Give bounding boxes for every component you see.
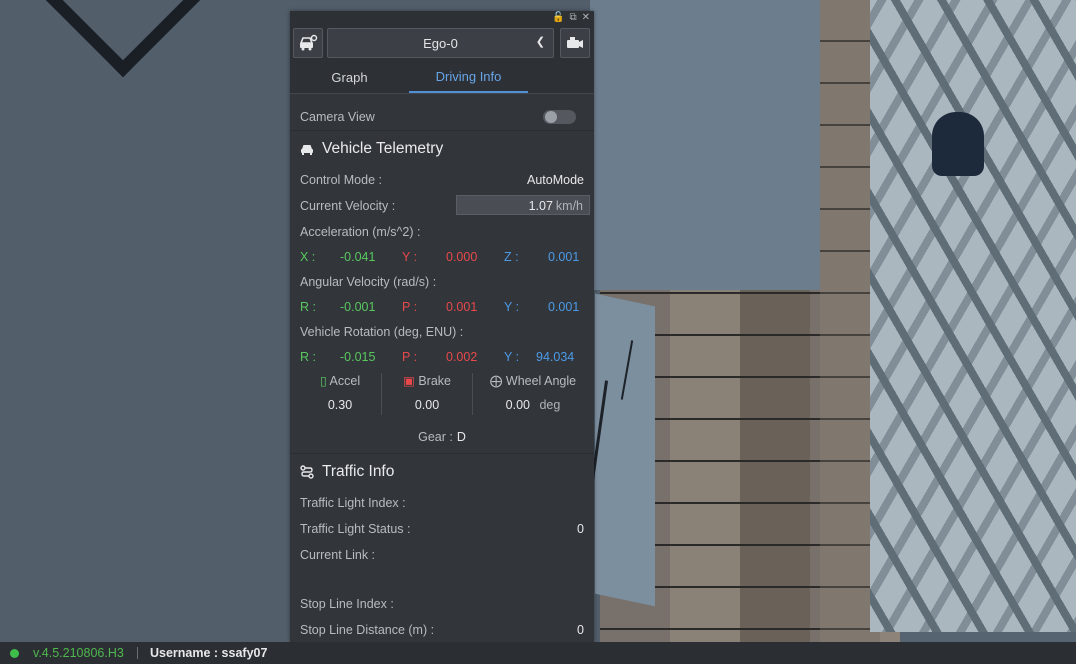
accel-x-value: -0.041 [340, 250, 376, 264]
current-link-row: Current Link : [290, 542, 594, 591]
rotation-y-label: Y : [504, 350, 520, 364]
route-icon [300, 465, 314, 479]
vehicle-rotation-values: R : -0.015 P : 0.002 Y : 94.034 [290, 345, 594, 369]
gear-label: Gear : [418, 430, 453, 444]
vehicle-toolbar: Ego-0 ❮ [290, 25, 594, 63]
vehicle-select[interactable]: Ego-0 ❮ [327, 28, 554, 58]
accel-pedal-column: ▯ Accel 0.30 [300, 369, 380, 419]
accel-pedal-label: Accel [329, 374, 361, 388]
angvel-r-value: -0.001 [340, 300, 376, 314]
brake-icon: ▣ [403, 374, 415, 388]
acceleration-values: X : -0.041 Y : 0.000 Z : 0.001 [290, 245, 594, 269]
angvel-p-label: P : [402, 300, 418, 314]
camera-button[interactable] [560, 28, 590, 58]
camera-view-row: Camera View [290, 104, 594, 130]
current-velocity-field: 1.07 km/h [456, 195, 590, 215]
viewport-pedestrian-object [932, 112, 984, 176]
wheel-angle-label: Wheel Angle [505, 374, 577, 388]
vehicle-telemetry-title: Vehicle Telemetry [322, 140, 444, 157]
accel-pedal-value: 0.30 [327, 398, 353, 412]
angvel-y-label: Y : [504, 300, 520, 314]
username-label: Username : ssafy07 [150, 646, 268, 660]
vehicle-rotation-label: Vehicle Rotation (deg, ENU) : [300, 325, 464, 339]
traffic-light-index-label: Traffic Light Index : [300, 496, 406, 510]
current-link-label: Current Link : [300, 548, 376, 562]
tab-driving-info[interactable]: Driving Info [409, 63, 528, 93]
viewport-pillar [590, 0, 820, 290]
control-mode-value: AutoMode [527, 173, 584, 187]
rotation-r-label: R : [300, 350, 316, 364]
vehicle-rotation-row: Vehicle Rotation (deg, ENU) : [290, 319, 594, 345]
gear-value: D [456, 430, 466, 444]
chevron-down-icon: ❮ [535, 36, 545, 48]
control-mode-row: Control Mode : AutoMode [290, 167, 594, 193]
stop-line-distance-label: Stop Line Distance (m) : [300, 623, 435, 637]
divider [137, 647, 138, 659]
stop-line-distance-value: 0 [577, 623, 584, 637]
vehicle-select-value: Ego-0 [423, 35, 458, 51]
accel-pedal-icon: ▯ [319, 374, 327, 388]
lock-icon[interactable]: 🔓 [552, 11, 564, 25]
panel-tabs: Graph Driving Info [290, 63, 594, 94]
accel-y-value: 0.000 [446, 250, 478, 264]
tab-graph[interactable]: Graph [290, 63, 409, 93]
traffic-light-status-label: Traffic Light Status : [300, 522, 411, 536]
acceleration-label: Acceleration (m/s^2) : [300, 225, 421, 239]
traffic-info-title: Traffic Info [322, 463, 395, 480]
gear-row: Gear :D [290, 425, 594, 453]
control-mode-label: Control Mode : [300, 173, 382, 187]
accel-z-value: 0.001 [548, 250, 580, 264]
panel-titlebar[interactable]: 🔓 ⧉ ✕ [290, 11, 594, 25]
wheel-angle-column: ⨁ Wheel Angle 0.00 deg [473, 369, 593, 419]
brake-label: Brake [418, 374, 451, 388]
accel-x-label: X : [300, 250, 316, 264]
traffic-light-status-row: Traffic Light Status : 0 [290, 516, 594, 542]
car-icon [301, 145, 313, 155]
car-settings-button[interactable] [293, 28, 323, 58]
angvel-y-value: 0.001 [548, 300, 580, 314]
wheel-angle-unit: deg [539, 398, 561, 412]
current-velocity-label: Current Velocity : [300, 199, 396, 213]
stop-line-index-row: Stop Line Index : [290, 591, 594, 617]
close-icon[interactable]: ✕ [582, 11, 590, 25]
camera-icon [567, 37, 583, 48]
traffic-light-status-value: 0 [577, 522, 584, 536]
rotation-y-value: 94.034 [536, 350, 575, 364]
angular-velocity-label: Angular Velocity (rad/s) : [300, 275, 437, 289]
traffic-light-index-row: Traffic Light Index : [290, 490, 594, 516]
rotation-r-value: -0.015 [340, 350, 376, 364]
status-dot-icon [10, 649, 19, 658]
traffic-info-header: Traffic Info [290, 454, 594, 490]
camera-view-toggle[interactable] [543, 110, 576, 124]
vehicle-telemetry-header: Vehicle Telemetry [290, 131, 594, 167]
angular-velocity-values: R : -0.001 P : 0.001 Y : 0.001 [290, 295, 594, 319]
accel-y-label: Y : [402, 250, 418, 264]
brake-value: 0.00 [414, 398, 440, 412]
camera-view-label: Camera View [300, 110, 375, 124]
rotation-p-value: 0.002 [446, 350, 478, 364]
current-velocity-value: 1.07 [528, 199, 553, 213]
driving-info-panel: 🔓 ⧉ ✕ Ego-0 ❮ Graph Driving Info Camera … [290, 11, 594, 642]
rotation-p-label: P : [402, 350, 418, 364]
version-label: v.4.5.210806.H3 [33, 646, 124, 660]
pedal-status: ▯ Accel 0.30 ▣ Brake 0.00 ⨁ Wheel Angle … [290, 369, 594, 425]
stop-line-distance-row: Stop Line Distance (m) : 0 [290, 617, 594, 643]
current-velocity-row: Current Velocity : 1.07 km/h [290, 193, 594, 219]
velocity-unit: km/h [555, 199, 583, 213]
wheel-angle-value: 0.00 [505, 398, 530, 412]
stop-line-index-label: Stop Line Index : [300, 597, 394, 611]
popout-icon[interactable]: ⧉ [569, 11, 576, 25]
steering-wheel-icon: ⨁ [489, 374, 503, 388]
accel-z-label: Z : [504, 250, 519, 264]
viewport-pillar-shade [595, 293, 655, 607]
status-bar: v.4.5.210806.H3 Username : ssafy07 [0, 642, 1076, 664]
angvel-r-label: R : [300, 300, 316, 314]
brake-column: ▣ Brake 0.00 [382, 369, 472, 419]
angvel-p-value: 0.001 [446, 300, 478, 314]
car-settings-icon [299, 34, 318, 51]
viewport-carpet-pattern [870, 0, 1076, 632]
acceleration-row: Acceleration (m/s^2) : [290, 219, 594, 245]
angular-velocity-row: Angular Velocity (rad/s) : [290, 269, 594, 295]
